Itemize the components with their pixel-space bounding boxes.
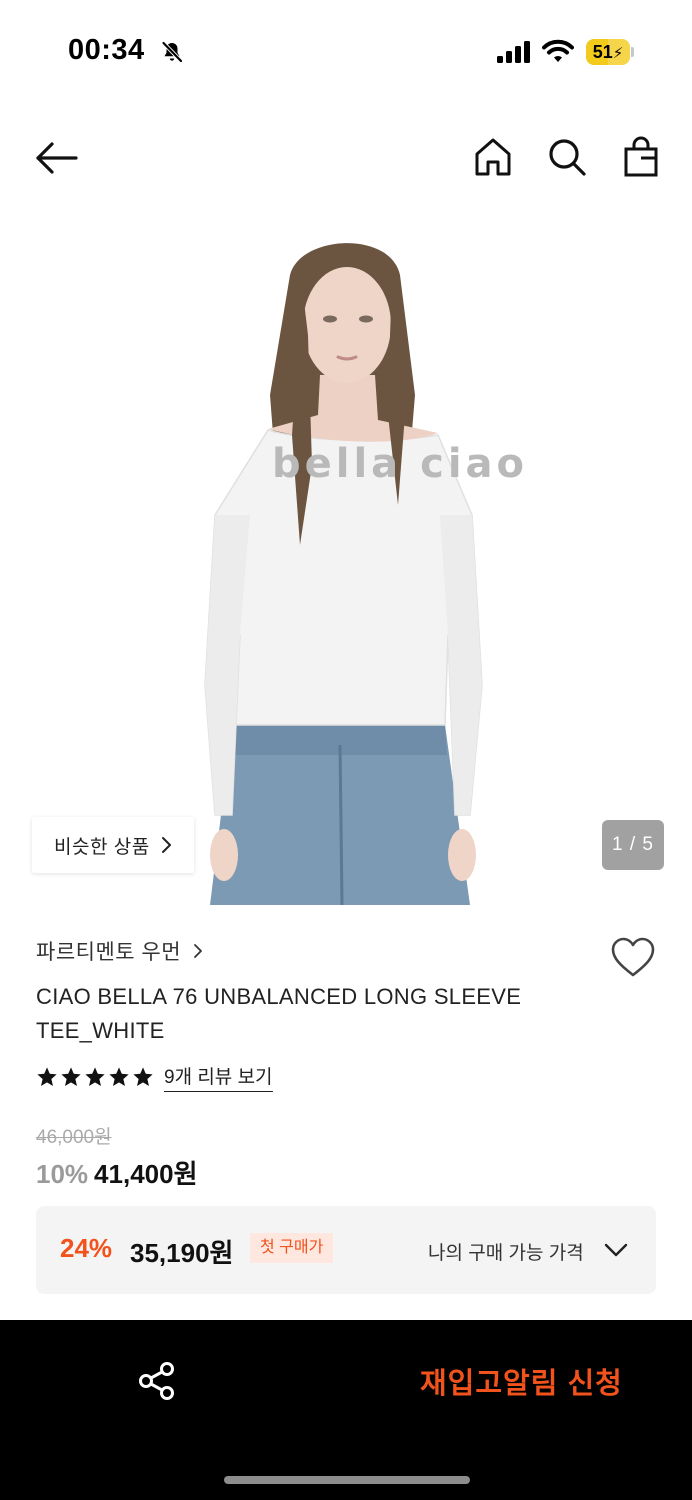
original-price: 46,000원 [36, 1127, 112, 1148]
status-time: 00:34 [68, 34, 145, 66]
similar-products-button[interactable]: 비슷한 상품 [32, 817, 194, 873]
image-page-indicator: 1 / 5 [602, 820, 664, 870]
battery-charging-icon: ⚡ [612, 45, 624, 62]
back-arrow-icon[interactable] [30, 136, 82, 180]
shirt-print-text: bella ciao [272, 441, 528, 487]
battery-percent: 51 [592, 42, 613, 62]
heart-icon[interactable] [610, 936, 656, 980]
product-photo: bella ciao [0, 215, 692, 905]
chevron-right-icon [161, 837, 171, 853]
chevron-down-icon [604, 1243, 628, 1257]
status-bar: 00:34 51⚡ [0, 0, 692, 100]
restock-alert-button[interactable]: 재입고알림 신청 [420, 1360, 623, 1402]
signal-icon [497, 41, 530, 63]
star-icon [109, 1067, 129, 1086]
brand-name: 파르티멘토 우먼 [36, 941, 182, 964]
star-icon [85, 1067, 105, 1086]
bottom-action-bar: 재입고알림 신청 [0, 1320, 692, 1500]
battery-indicator: 51⚡ [586, 39, 634, 65]
product-title: CIAO BELLA 76 UNBALANCED LONG SLEEVE TEE… [36, 984, 522, 1043]
nav-header [0, 120, 692, 200]
rating-row: 9개 리뷰 보기 [36, 1062, 273, 1092]
home-icon[interactable] [470, 134, 516, 180]
product-image-gallery[interactable]: bella ciao 비슷한 상품 1 / 5 [0, 215, 692, 905]
my-price-value: 35,190원 [130, 1238, 234, 1268]
chevron-right-icon [194, 944, 202, 958]
price-row: 10% 41,400원 [36, 1154, 198, 1191]
battery-text: 51⚡ [586, 39, 630, 65]
sale-price: 41,400원 [94, 1159, 198, 1189]
first-purchase-badge: 첫 구매가 [250, 1233, 334, 1263]
search-icon[interactable] [544, 134, 590, 180]
home-indicator[interactable] [224, 1476, 470, 1484]
star-icon [133, 1067, 153, 1086]
star-icon [61, 1067, 81, 1086]
shopping-bag-icon[interactable] [618, 134, 664, 180]
battery-tip [631, 47, 634, 57]
rating-stars [36, 1066, 154, 1088]
bell-slash-icon [162, 41, 183, 63]
share-icon[interactable] [136, 1360, 178, 1402]
brand-link[interactable]: 파르티멘토 우먼 [36, 936, 203, 966]
star-icon [37, 1067, 57, 1086]
similar-products-label: 비슷한 상품 [54, 836, 150, 858]
my-price-label: 나의 구매 가능 가격 [428, 1243, 584, 1264]
my-price-dropdown[interactable]: 24% 35,190원 첫 구매가 나의 구매 가능 가격 [36, 1206, 656, 1294]
wifi-icon [542, 39, 574, 62]
review-link[interactable]: 9개 리뷰 보기 [164, 1062, 273, 1092]
my-price-rate: 24% [60, 1233, 113, 1263]
discount-rate: 10% [36, 1159, 89, 1189]
